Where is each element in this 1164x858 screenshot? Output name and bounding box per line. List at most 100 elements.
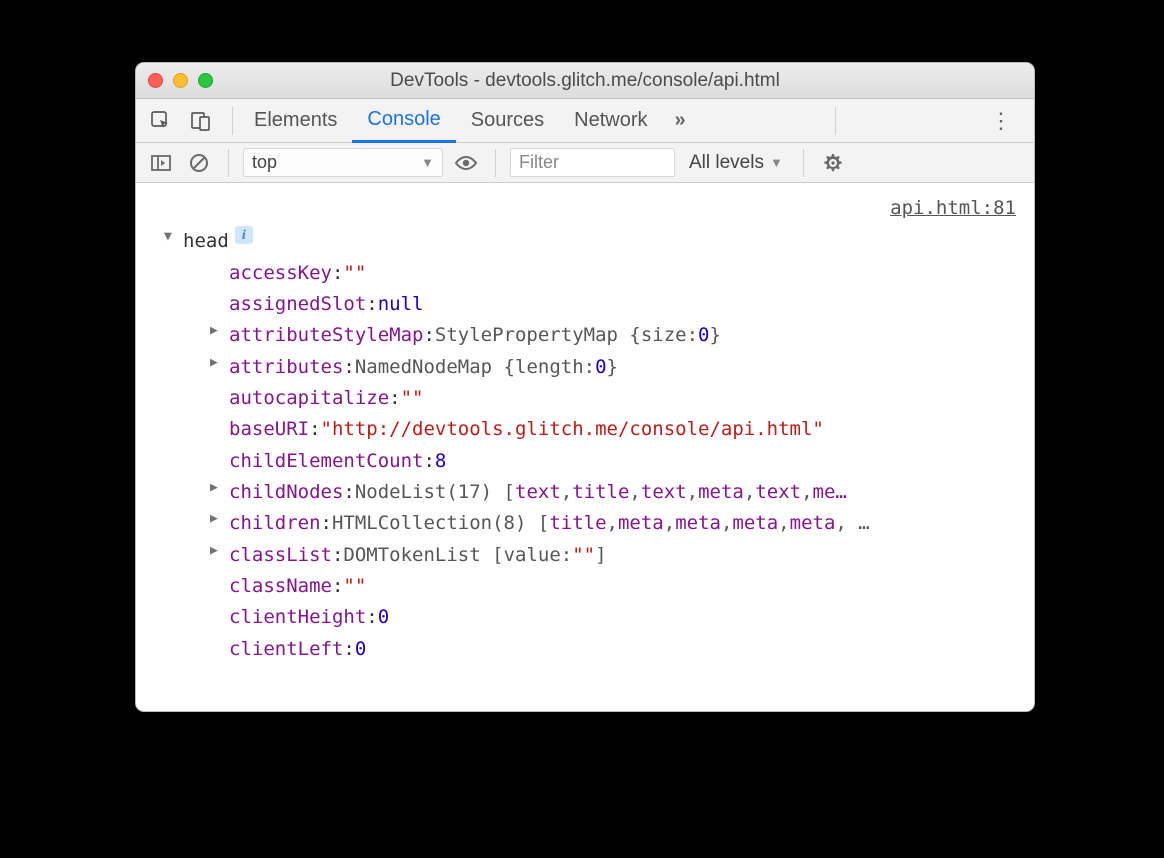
property-value-part: "" (401, 383, 424, 414)
property-key: childElementCount (229, 446, 423, 477)
divider (835, 107, 836, 135)
disclosure-right-icon[interactable]: ▶ (210, 320, 225, 341)
tab-elements[interactable]: Elements (239, 99, 352, 143)
property-key: clientLeft (229, 634, 343, 665)
property-value-part: NodeList(17) [ (355, 477, 515, 508)
property-value-part: , … (835, 508, 869, 539)
divider (803, 149, 804, 177)
property-value-part: title (549, 508, 606, 539)
property-value-part: null (378, 289, 424, 320)
property-value-part: , (801, 477, 812, 508)
property-value-part: 0 (355, 634, 366, 665)
maximize-window-button[interactable] (198, 73, 213, 88)
property-key: baseURI (229, 414, 309, 445)
property-value-part: text (755, 477, 801, 508)
property-row[interactable]: ▶clientHeight: 0 (140, 602, 1030, 633)
object-name: head (183, 226, 229, 257)
property-row[interactable]: ▶clientLeft: 0 (140, 634, 1030, 665)
source-link[interactable]: api.html:81 (140, 189, 1030, 226)
console-toolbar: top ▼ All levels ▼ (136, 143, 1034, 183)
property-key: attributes (229, 352, 343, 383)
console-settings-icon[interactable] (818, 148, 848, 178)
property-key: attributeStyleMap (229, 320, 423, 351)
window-title: DevTools - devtools.glitch.me/console/ap… (136, 70, 1034, 92)
levels-label: All levels (689, 152, 764, 174)
property-value-part: , (744, 477, 755, 508)
property-row[interactable]: ▶childNodes: NodeList(17) [text, title, … (140, 477, 1030, 508)
minimize-window-button[interactable] (173, 73, 188, 88)
disclosure-right-icon[interactable]: ▶ (210, 540, 225, 561)
disclosure-right-icon[interactable]: ▶ (210, 352, 225, 373)
property-value-part: me… (813, 477, 847, 508)
property-value-part: "" (343, 258, 366, 289)
property-value-part: , (561, 477, 572, 508)
property-key: clientHeight (229, 602, 366, 633)
property-value-part: , (607, 508, 618, 539)
property-key: children (229, 508, 321, 539)
property-key: assignedSlot (229, 289, 366, 320)
object-header[interactable]: ▼ head i (140, 226, 1030, 257)
tabs-overflow-button[interactable]: » (663, 109, 698, 132)
devtools-window: DevTools - devtools.glitch.me/console/ap… (135, 62, 1035, 712)
disclosure-down-icon[interactable]: ▼ (164, 226, 179, 247)
property-row[interactable]: ▶autocapitalize: "" (140, 383, 1030, 414)
property-row[interactable]: ▶attributes: NamedNodeMap {length: 0} (140, 352, 1030, 383)
disclosure-right-icon[interactable]: ▶ (210, 477, 225, 498)
filter-input[interactable] (510, 148, 675, 177)
property-value-part: size: (641, 320, 698, 351)
property-value-part: title (572, 477, 629, 508)
execution-context-select[interactable]: top ▼ (243, 148, 443, 177)
property-key: classList (229, 540, 332, 571)
property-row[interactable]: ▶baseURI: "http://devtools.glitch.me/con… (140, 414, 1030, 445)
chevron-down-icon: ▼ (770, 155, 783, 170)
property-value-part: , (721, 508, 732, 539)
titlebar: DevTools - devtools.glitch.me/console/ap… (136, 63, 1034, 99)
property-value-part: value: (504, 540, 573, 571)
tab-sources[interactable]: Sources (456, 99, 559, 143)
property-key: autocapitalize (229, 383, 389, 414)
property-row[interactable]: ▶attributeStyleMap: StylePropertyMap {si… (140, 320, 1030, 351)
context-value: top (252, 152, 277, 173)
property-row[interactable]: ▶accessKey: "" (140, 258, 1030, 289)
live-expression-icon[interactable] (451, 148, 481, 178)
property-value-part: "http://devtools.glitch.me/console/api.h… (321, 414, 824, 445)
disclosure-right-icon[interactable]: ▶ (210, 508, 225, 529)
property-value-part: NamedNodeMap { (355, 352, 515, 383)
property-value-part: 0 (595, 352, 606, 383)
property-key: className (229, 571, 332, 602)
toggle-console-sidebar-icon[interactable] (146, 148, 176, 178)
property-row[interactable]: ▶className: "" (140, 571, 1030, 602)
property-value-part: , (629, 477, 640, 508)
clear-console-icon[interactable] (184, 148, 214, 178)
kebab-menu-icon[interactable]: ⋮ (980, 108, 1024, 134)
property-value-part: meta (675, 508, 721, 539)
inspect-element-icon[interactable] (146, 106, 176, 136)
tab-network[interactable]: Network (559, 99, 662, 143)
property-row[interactable]: ▶children: HTMLCollection(8) [title, met… (140, 508, 1030, 539)
chevron-down-icon: ▼ (421, 155, 434, 170)
property-row[interactable]: ▶assignedSlot: null (140, 289, 1030, 320)
property-value-part: StylePropertyMap { (435, 320, 641, 351)
property-value-part: meta (618, 508, 664, 539)
property-value-part: "" (572, 540, 595, 571)
property-value-part: } (709, 320, 720, 351)
device-toolbar-icon[interactable] (186, 106, 216, 136)
panel-tabbar: ElementsConsoleSourcesNetwork » ⋮ (136, 99, 1034, 143)
property-value-part: meta (698, 477, 744, 508)
property-value-part: 0 (378, 602, 389, 633)
property-value-part: } (607, 352, 618, 383)
property-value-part: meta (790, 508, 836, 539)
property-value-part: 0 (698, 320, 709, 351)
log-levels-select[interactable]: All levels ▼ (683, 152, 789, 174)
window-controls (148, 73, 213, 88)
property-value-part: , (687, 477, 698, 508)
property-value-part: DOMTokenList [ (343, 540, 503, 571)
console-output: api.html:81 ▼ head i ▶accessKey: ""▶assi… (136, 183, 1034, 711)
property-value-part: HTMLCollection(8) [ (332, 508, 549, 539)
property-row[interactable]: ▶childElementCount: 8 (140, 446, 1030, 477)
property-row[interactable]: ▶classList: DOMTokenList [value: ""] (140, 540, 1030, 571)
tab-console[interactable]: Console (352, 99, 455, 143)
divider (228, 149, 229, 177)
close-window-button[interactable] (148, 73, 163, 88)
info-badge-icon[interactable]: i (235, 226, 253, 244)
